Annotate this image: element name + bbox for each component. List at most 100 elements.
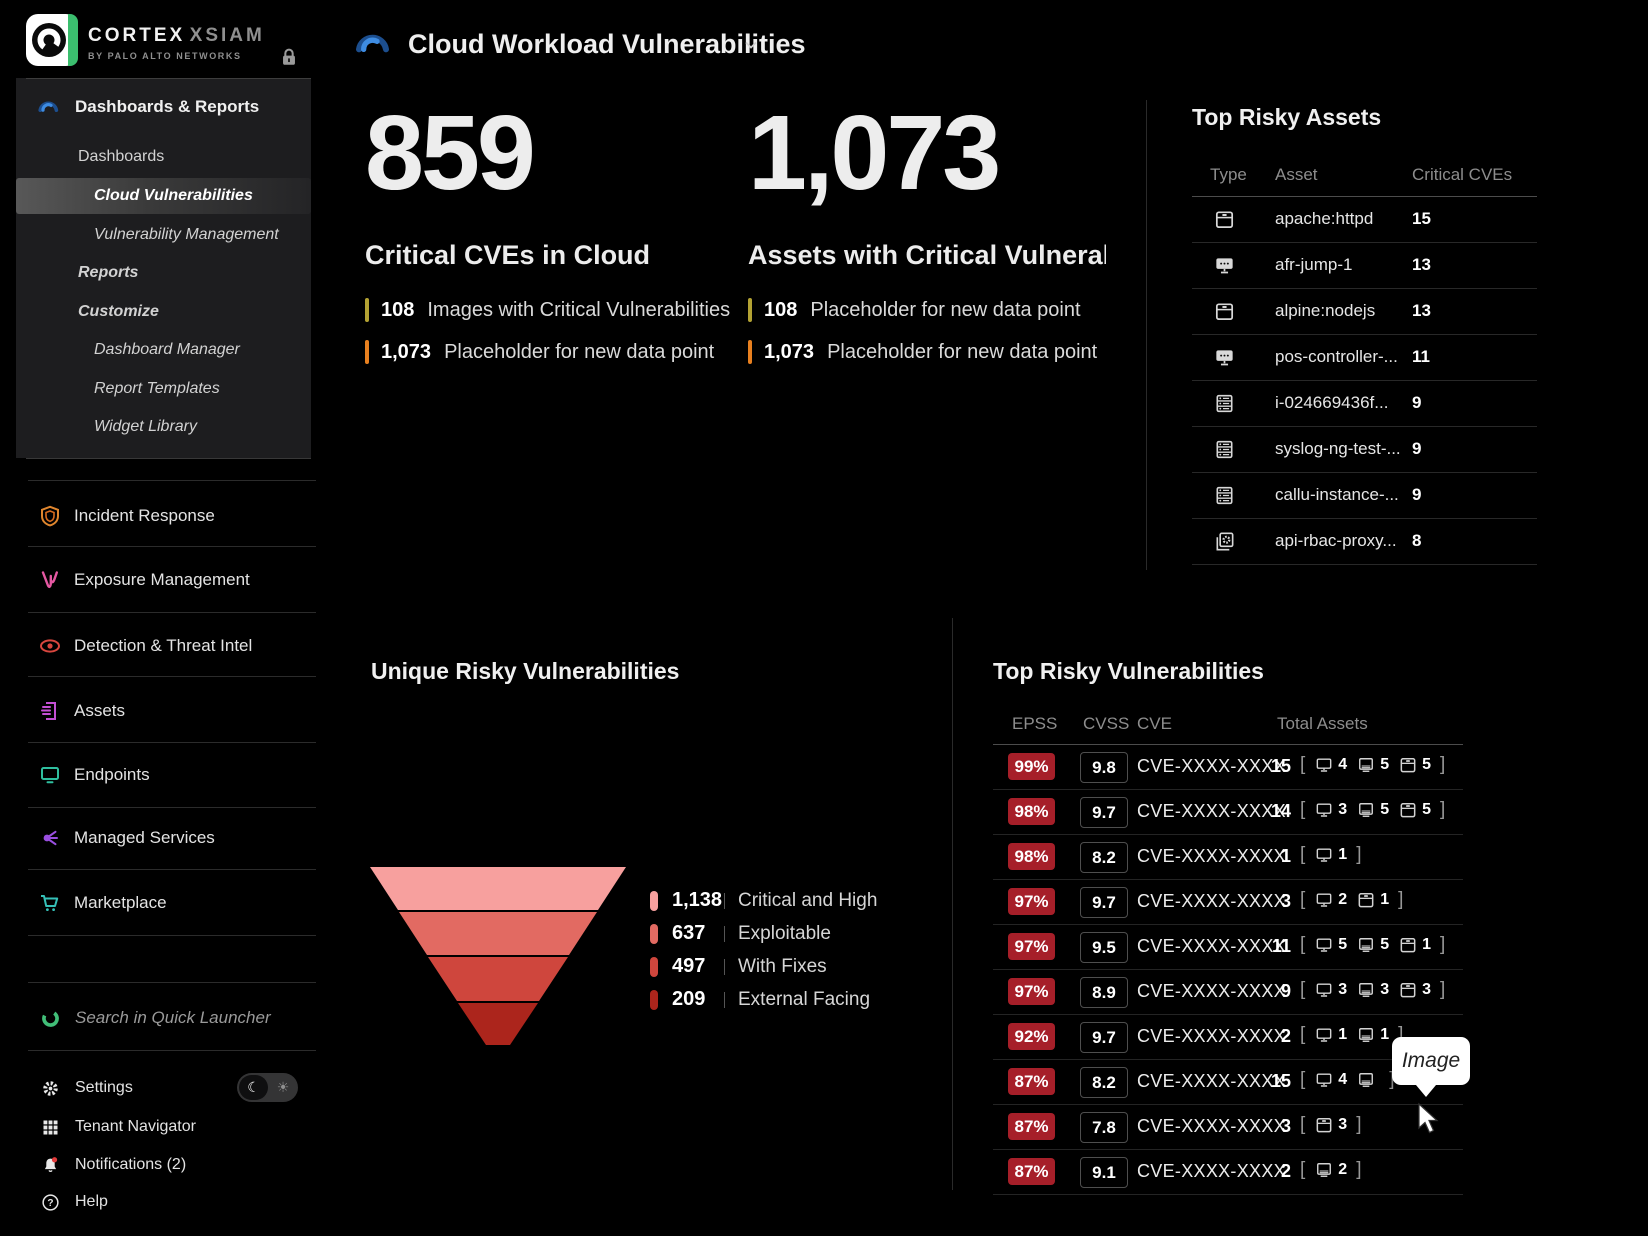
asset-type-count: 1 (1398, 935, 1431, 955)
asset-name: apache:httpd (1275, 209, 1373, 229)
table-row-asset[interactable]: apache:httpd15 (1192, 197, 1537, 243)
substat: 108 Images with Critical Vulnerabilities (365, 297, 740, 323)
table-row-vulnerability[interactable]: 98%9.7CVE-XXXX-XXXX14[355] (993, 790, 1463, 835)
sidebar-item-tenant-navigator[interactable]: Tenant Navigator (0, 1109, 330, 1145)
table-row-asset[interactable]: alpine:nodejs13 (1192, 289, 1537, 335)
sidebar-item-label: Notifications (2) (75, 1156, 186, 1174)
asset-breakdown-group: [551] (1300, 934, 1445, 956)
asset-type-count: 1 (1356, 1025, 1389, 1045)
table-row-asset[interactable]: api-rbac-proxy...8 (1192, 519, 1537, 565)
server-icon (1314, 1160, 1334, 1180)
brand-xsiam: XSIAM (190, 25, 265, 46)
funnel-segment-with-fixes[interactable] (428, 957, 568, 1001)
sidebar-item-widget-library[interactable]: Widget Library (16, 412, 311, 442)
lock-icon[interactable] (278, 44, 300, 70)
container-icon (1398, 755, 1418, 775)
table-row-vulnerability[interactable]: 87%9.1CVE-XXXX-XXXX2[2] (993, 1150, 1463, 1195)
legend-separator (724, 959, 725, 975)
table-row-asset[interactable]: i-024669436f...9 (1192, 381, 1537, 427)
sidebar-item-label: Report Templates (94, 380, 220, 398)
sidebar-divider (28, 676, 316, 677)
table-row-asset[interactable]: pos-controller-...11 (1192, 335, 1537, 381)
legend-marker (650, 990, 658, 1010)
funnel-segment-exploitable[interactable] (399, 912, 597, 955)
table-row-vulnerability[interactable]: 87%7.8CVE-XXXX-XXXX3[3] (993, 1105, 1463, 1150)
cvss-score-box: 9.8 (1080, 752, 1128, 783)
sidebar-item-reports[interactable]: Reports (16, 258, 311, 288)
workstation-icon (1206, 254, 1242, 277)
sidebar-divider (28, 807, 316, 808)
table-row-vulnerability[interactable]: 97%9.7CVE-XXXX-XXXX3[21] (993, 880, 1463, 925)
top-risky-vulnerabilities-table: EPSS CVSS CVE Total Assets 99%9.8CVE-XXX… (993, 702, 1463, 1195)
sidebar-item-vulnerability-management[interactable]: Vulnerability Management (16, 220, 311, 250)
asset-name: afr-jump-1 (1275, 255, 1352, 275)
sidebar-item-detection-threat-intel[interactable]: Detection & Threat Intel (0, 624, 330, 668)
chevron-down-icon[interactable] (742, 36, 760, 54)
substat-bar (748, 340, 752, 364)
sidebar-item-incident-response[interactable]: Incident Response (0, 494, 330, 538)
col-cve: CVE (1137, 714, 1172, 734)
sidebar-item-quick-launcher[interactable]: Search in Quick Launcher (0, 998, 330, 1038)
stat-critical-cves: 859 Critical CVEs in Cloud 108 Images wi… (365, 100, 740, 365)
sidebar-item-label: Tenant Navigator (75, 1118, 196, 1136)
sidebar-item-marketplace[interactable]: Marketplace (0, 881, 330, 925)
workstation-icon (1314, 980, 1334, 1000)
epss-badge: 97% (1008, 888, 1055, 915)
sidebar-item-help[interactable]: ? Help (0, 1184, 330, 1220)
help-icon: ? (40, 1192, 61, 1213)
unique-risky-vulns-title: Unique Risky Vulnerabilities (371, 658, 679, 685)
sidebar-item-cloud-vulnerabilities[interactable]: Cloud Vulnerabilities (16, 178, 311, 214)
sidebar-item-dashboards-reports[interactable]: Dashboards & Reports (16, 92, 259, 122)
sidebar-item-dashboards[interactable]: Dashboards (16, 142, 311, 172)
total-assets-count: 3 (1253, 891, 1291, 912)
col-cvss: CVSS (1083, 714, 1129, 734)
table-row-vulnerability[interactable]: 97%9.5CVE-XXXX-XXXX11[551] (993, 925, 1463, 970)
asset-count: 1 (1338, 1026, 1347, 1044)
table-row-asset[interactable]: afr-jump-113 (1192, 243, 1537, 289)
table-row-vulnerability[interactable]: 99%9.8CVE-XXXX-XXXX15[455] (993, 745, 1463, 790)
asset-type-count: 3 (1314, 1115, 1347, 1135)
shield-icon (38, 504, 62, 528)
sidebar-item-managed-services[interactable]: Managed Services (0, 816, 330, 860)
close-bracket: ] (1440, 934, 1445, 956)
sidebar-item-report-templates[interactable]: Report Templates (16, 374, 311, 404)
table-row-vulnerability[interactable]: 97%8.9CVE-XXXX-XXXX9[333] (993, 970, 1463, 1015)
asset-count: 4 (1338, 756, 1347, 774)
doc-icon (38, 699, 62, 723)
asset-type-count: 1 (1314, 1025, 1347, 1045)
critical-cves-count: 9 (1412, 439, 1421, 459)
cortex-logo-icon[interactable] (26, 14, 78, 66)
container-icon (1356, 890, 1376, 910)
table-row-asset[interactable]: syslog-ng-test-...9 (1192, 427, 1537, 473)
gear-icon (40, 1078, 61, 1099)
table-row-asset[interactable]: callu-instance-...9 (1192, 473, 1537, 519)
sidebar-item-customize[interactable]: Customize (16, 297, 311, 327)
sidebar-item-dashboard-manager[interactable]: Dashboard Manager (16, 335, 311, 365)
moon-icon[interactable]: ☾ (239, 1075, 268, 1100)
close-bracket: ] (1398, 889, 1403, 911)
sun-icon[interactable]: ☀ (268, 1079, 298, 1096)
legend-label: External Facing (738, 989, 870, 1011)
tooltip-tail (1416, 1085, 1436, 1097)
sidebar-item-endpoints[interactable]: Endpoints (0, 753, 330, 797)
asset-type-count: 4 (1314, 1070, 1347, 1090)
substat-label: Placeholder for new data point (810, 299, 1080, 322)
theme-toggle[interactable]: ☾ ☀ (237, 1073, 298, 1102)
sidebar-item-label: Help (75, 1193, 108, 1211)
table-row-vulnerability[interactable]: 98%8.2CVE-XXXX-XXXX1[1] (993, 835, 1463, 880)
funnel-segment-critical-and-high[interactable] (370, 867, 626, 910)
asset-count: 3 (1422, 981, 1431, 999)
server-icon (1356, 980, 1376, 1000)
asset-count: 1 (1380, 1026, 1389, 1044)
asset-breakdown-group: [455] (1300, 754, 1445, 776)
eye-icon (38, 634, 62, 658)
sidebar-item-label: Marketplace (74, 893, 167, 913)
sidebar-item-notifications-2[interactable]: Notifications (2) (0, 1147, 330, 1183)
epss-badge: 98% (1008, 843, 1055, 870)
funnel-segment-external-facing[interactable] (458, 1003, 538, 1045)
asset-count: 1 (1380, 891, 1389, 909)
open-bracket: [ (1300, 1024, 1305, 1046)
sidebar-item-assets[interactable]: Assets (0, 689, 330, 733)
vertical-divider (952, 618, 953, 1190)
sidebar-item-exposure-management[interactable]: Exposure Management (0, 558, 330, 602)
